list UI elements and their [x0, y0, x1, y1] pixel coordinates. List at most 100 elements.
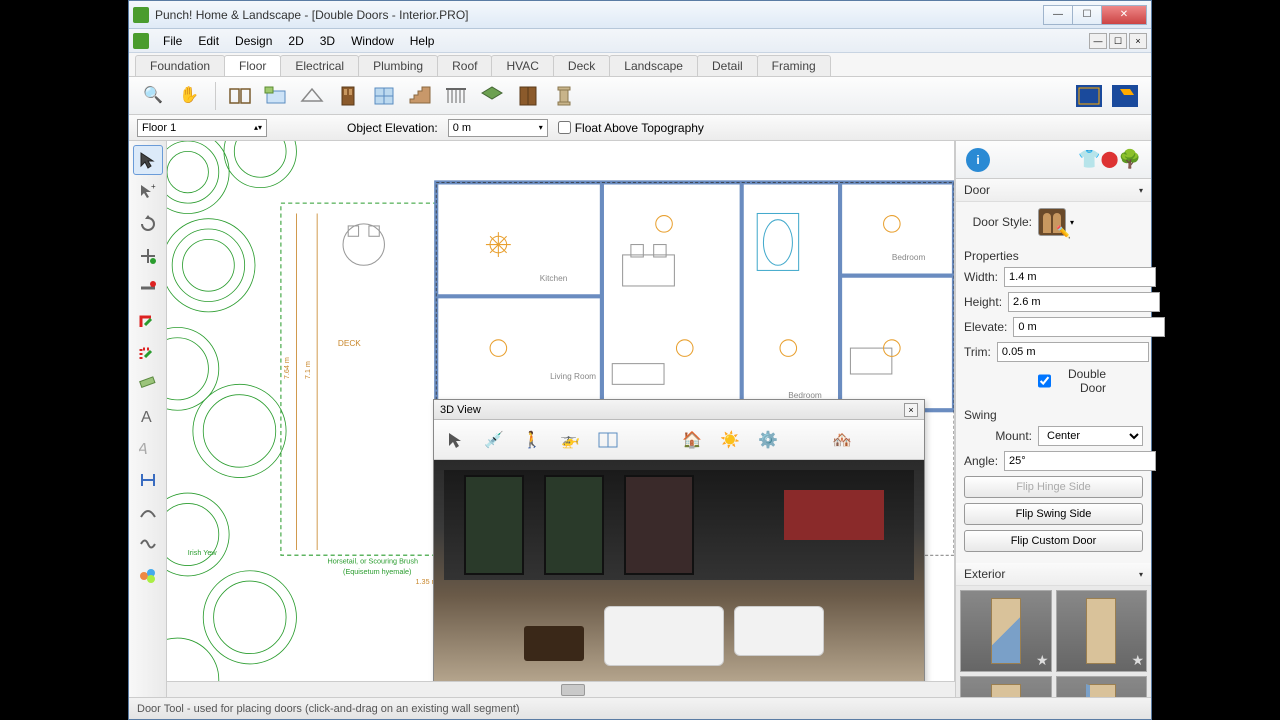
3d-eyedropper-tool[interactable]: 💉 — [478, 425, 510, 455]
corner-in-tool[interactable] — [133, 305, 163, 335]
svg-text:7.64 m: 7.64 m — [282, 357, 291, 379]
tab-electrical[interactable]: Electrical — [280, 55, 359, 76]
3d-render-tool[interactable]: 🏘️ — [826, 425, 858, 455]
option-bar: Floor 1▴▾ Object Elevation: 0 m▾ Float A… — [129, 115, 1151, 141]
menu-file[interactable]: File — [155, 34, 190, 48]
mdi-close[interactable]: × — [1129, 33, 1147, 49]
trim-input[interactable] — [997, 342, 1149, 362]
svg-text:(Equisetum hyemale): (Equisetum hyemale) — [343, 567, 411, 576]
measure-tool[interactable] — [133, 369, 163, 399]
svg-text:Living Room: Living Room — [550, 372, 596, 381]
material-tool[interactable] — [133, 561, 163, 591]
view-3d-button[interactable] — [1109, 81, 1141, 111]
floor-tool[interactable] — [296, 81, 328, 111]
maximize-button[interactable]: ☐ — [1072, 5, 1102, 25]
room-tool[interactable] — [260, 81, 292, 111]
line-tool[interactable] — [133, 497, 163, 527]
info-icon[interactable]: i — [966, 148, 990, 172]
curve-tool[interactable] — [133, 529, 163, 559]
svg-text:A: A — [139, 440, 150, 457]
tab-framing[interactable]: Framing — [757, 55, 831, 76]
menu-design[interactable]: Design — [227, 34, 280, 48]
tab-hvac[interactable]: HVAC — [491, 55, 553, 76]
3d-settings-tool[interactable]: ⚙️ — [752, 425, 784, 455]
tab-foundation[interactable]: Foundation — [135, 55, 225, 76]
3d-walk-tool[interactable]: 🚶 — [516, 425, 548, 455]
angle-input[interactable] — [1004, 451, 1156, 471]
door-thumb-1[interactable]: ★ — [960, 590, 1052, 672]
view-2d-button[interactable] — [1073, 81, 1105, 111]
menu-window[interactable]: Window — [343, 34, 402, 48]
door-style-thumb[interactable]: ✏️ — [1038, 208, 1066, 236]
railing-tool[interactable] — [440, 81, 472, 111]
text-3d-tool[interactable]: A — [133, 433, 163, 463]
window-tool[interactable] — [368, 81, 400, 111]
close-button[interactable]: ✕ — [1101, 5, 1147, 25]
flooring-tool[interactable] — [476, 81, 508, 111]
tab-roof[interactable]: Roof — [437, 55, 492, 76]
horizontal-scrollbar[interactable] — [167, 681, 955, 697]
3d-view-window[interactable]: 3D View × 💉 🚶 🚁 🏠 ☀️ ⚙️ 🏘 — [433, 399, 925, 681]
3d-view-close[interactable]: × — [904, 403, 918, 417]
3d-view-title: 3D View — [440, 404, 481, 416]
cabinet-tool[interactable] — [512, 81, 544, 111]
menu-3d[interactable]: 3D — [312, 34, 343, 48]
stairs-tool[interactable] — [404, 81, 436, 111]
menu-edit[interactable]: Edit — [190, 34, 227, 48]
mdi-minimize[interactable]: — — [1089, 33, 1107, 49]
floor-plan-canvas[interactable]: DECK 7.64 m 7.1 m — [167, 141, 955, 681]
svg-text:7.1 m: 7.1 m — [303, 361, 312, 379]
mdi-restore[interactable]: ☐ — [1109, 33, 1127, 49]
3d-fly-tool[interactable]: 🚁 — [554, 425, 586, 455]
app-icon — [133, 7, 149, 23]
select-plus-tool[interactable]: + — [133, 177, 163, 207]
elevation-input[interactable]: 0 m▾ — [448, 119, 548, 137]
workarea: + A A — [129, 141, 1151, 697]
object-icons: 👕⬤🌳 — [1078, 149, 1141, 170]
flip-custom-button[interactable]: Flip Custom Door — [964, 530, 1143, 552]
flip-hinge-button[interactable]: Flip Hinge Side — [964, 476, 1143, 498]
3d-select-tool[interactable] — [440, 425, 472, 455]
door-thumb-2[interactable]: ★ — [1056, 590, 1148, 672]
break-tool[interactable] — [133, 273, 163, 303]
column-tool[interactable] — [548, 81, 580, 111]
panel-title[interactable]: Door▾ — [956, 179, 1151, 202]
select-tool[interactable] — [133, 145, 163, 175]
move-tool[interactable] — [133, 241, 163, 271]
menu-help[interactable]: Help — [402, 34, 443, 48]
exterior-section[interactable]: Exterior▾ — [956, 563, 1151, 586]
3d-lighting-tool[interactable]: ☀️ — [714, 425, 746, 455]
floor-selector[interactable]: Floor 1▴▾ — [137, 119, 267, 137]
height-input[interactable] — [1008, 292, 1160, 312]
tab-landscape[interactable]: Landscape — [609, 55, 698, 76]
float-checkbox[interactable]: Float Above Topography — [558, 121, 704, 135]
window-title: Punch! Home & Landscape - [Double Doors … — [155, 8, 1044, 22]
pan-tool[interactable]: ✋ — [175, 81, 207, 111]
wall-tool[interactable] — [224, 81, 256, 111]
tab-detail[interactable]: Detail — [697, 55, 758, 76]
door-thumb-3[interactable]: ★ — [960, 676, 1052, 697]
3d-view-titlebar[interactable]: 3D View × — [434, 400, 924, 420]
elevate-input[interactable] — [1013, 317, 1165, 337]
dimension-tool[interactable] — [133, 465, 163, 495]
double-door-checkbox[interactable]: Double Door — [1038, 367, 1112, 395]
3d-plan-tool[interactable] — [592, 425, 624, 455]
tab-plumbing[interactable]: Plumbing — [358, 55, 438, 76]
rotate-tool[interactable] — [133, 209, 163, 239]
width-input[interactable] — [1004, 267, 1156, 287]
svg-text:A: A — [141, 409, 152, 425]
tabbar: Foundation Floor Electrical Plumbing Roo… — [129, 53, 1151, 77]
minimize-button[interactable]: — — [1043, 5, 1073, 25]
door-thumb-4[interactable]: ★ — [1056, 676, 1148, 697]
door-tool[interactable] — [332, 81, 364, 111]
tab-floor[interactable]: Floor — [224, 55, 281, 76]
zoom-tool[interactable]: 🔍 — [139, 81, 171, 111]
tab-deck[interactable]: Deck — [553, 55, 610, 76]
3d-house-tool[interactable]: 🏠 — [676, 425, 708, 455]
text-tool[interactable]: A — [133, 401, 163, 431]
flip-swing-button[interactable]: Flip Swing Side — [964, 503, 1143, 525]
menu-2d[interactable]: 2D — [280, 34, 311, 48]
mount-select[interactable]: Center — [1038, 426, 1143, 446]
3d-viewport[interactable] — [434, 460, 924, 681]
corner-out-tool[interactable] — [133, 337, 163, 367]
